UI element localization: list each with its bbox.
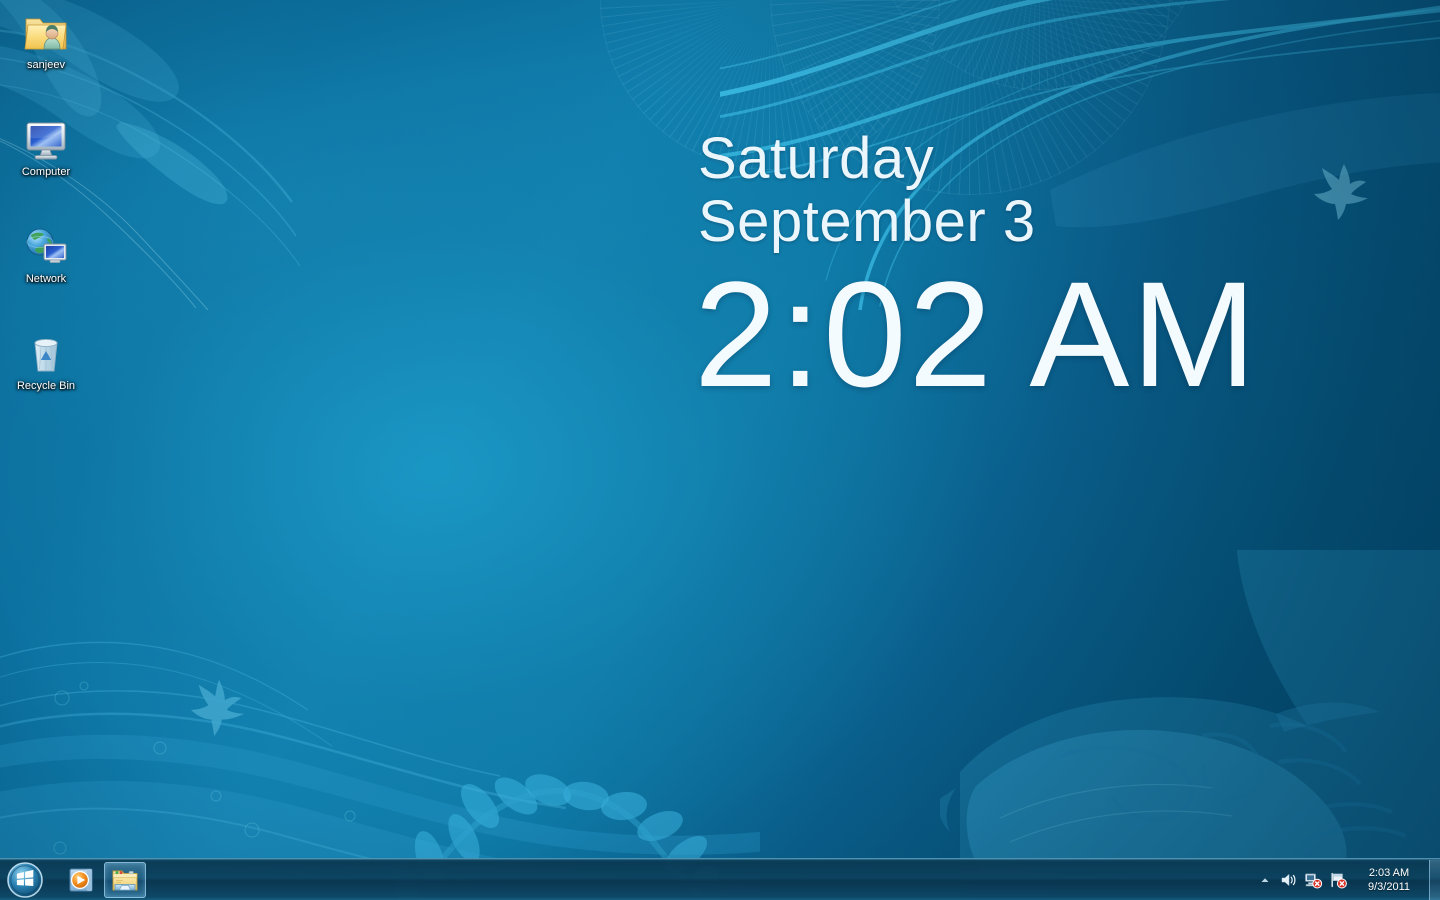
desktop-icon-network[interactable]: Network [8, 222, 84, 286]
tray-clock[interactable]: 2:03 AM 9/3/2011 [1355, 866, 1429, 894]
system-tray: 2:03 AM 9/3/2011 [1248, 859, 1440, 900]
network-icon [22, 222, 70, 270]
taskbar-buttons [60, 860, 146, 900]
windows-start-orb-icon [7, 861, 43, 898]
action-center-flag-icon[interactable] [1329, 871, 1347, 889]
gadget-month-day: September 3 [698, 189, 1036, 254]
tray-clock-time: 2:03 AM [1368, 866, 1410, 879]
tray-clock-date: 9/3/2011 [1367, 880, 1410, 893]
gadget-time: 2:02 AM [694, 250, 1259, 418]
desktop-icon-recycle-bin[interactable]: Recycle Bin [8, 329, 84, 393]
speaker-icon[interactable] [1279, 871, 1297, 889]
desktop-icon-label: Recycle Bin [16, 380, 76, 392]
desktop-icon-sanjeev[interactable]: sanjeev [8, 8, 84, 72]
computer-icon [22, 115, 70, 163]
clock-gadget[interactable]: Saturday September 3 2:02 AM [694, 126, 1338, 411]
media-player-icon [69, 868, 93, 891]
desktop-icon-label: Network [25, 273, 67, 285]
start-button[interactable] [2, 860, 48, 900]
desktop-icon-label: Computer [21, 166, 71, 178]
show-desktop-button[interactable] [1429, 859, 1440, 900]
explorer-folder-icon [112, 870, 138, 890]
network-error-icon[interactable] [1304, 871, 1322, 889]
taskbar[interactable]: 2:03 AM 9/3/2011 [0, 858, 1440, 900]
desktop-icon-computer[interactable]: Computer [8, 115, 84, 179]
tray-icon-group [1248, 865, 1355, 895]
taskbar-button-media-player[interactable] [60, 862, 102, 898]
desktop[interactable]: sanjeev Computer Network Recycle Bin Sat… [0, 0, 1440, 900]
gadget-weekday: Saturday [698, 126, 935, 191]
taskbar-button-explorer[interactable] [104, 861, 146, 898]
recycle-bin-icon [22, 329, 70, 377]
user-folder-icon [22, 8, 70, 56]
chevron-up-icon[interactable] [1258, 873, 1272, 887]
desktop-icon-label: sanjeev [27, 59, 65, 71]
